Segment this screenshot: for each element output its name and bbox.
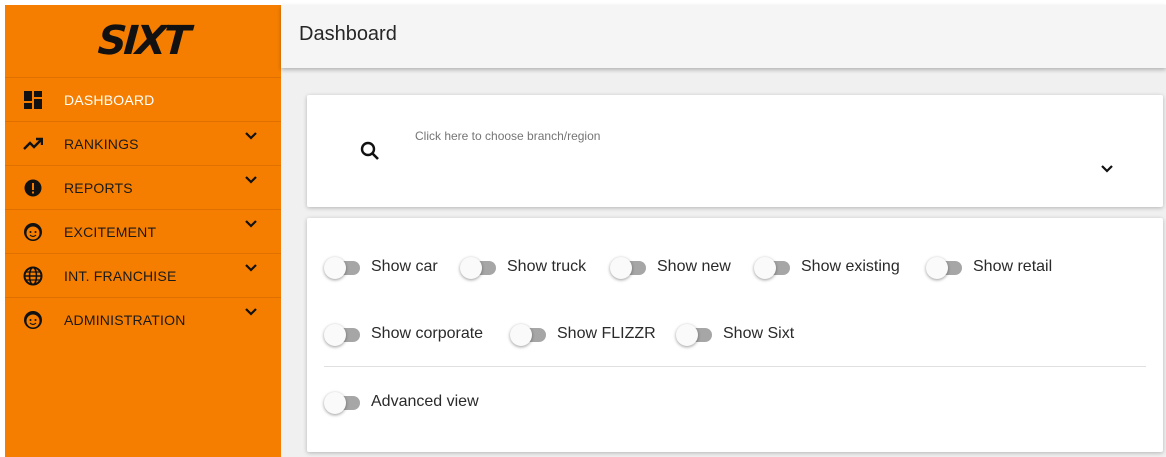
sidebar-item-label: ADMINISTRATION [64, 311, 186, 328]
globe-icon [23, 266, 43, 286]
top-header: Dashboard [281, 5, 1166, 68]
toggle-switch[interactable] [324, 390, 360, 414]
toggle-switch[interactable] [926, 255, 962, 279]
brand-logo[interactable]: SIXT [5, 5, 281, 77]
page-title: Dashboard [299, 23, 397, 45]
toggle-show-retail[interactable]: Show retail [926, 255, 1052, 279]
sidebar-item-rankings[interactable]: RANKINGS [5, 121, 281, 165]
filter-toggles-card: Show car Show truck Show new Show existi… [307, 218, 1163, 452]
divider [324, 366, 1146, 367]
toggle-show-flizzr[interactable]: Show FLIZZR [510, 322, 656, 346]
toggle-label: Show new [657, 258, 731, 275]
toggle-label: Advanced view [371, 393, 479, 410]
sidebar-item-administration[interactable]: ADMINISTRATION [5, 297, 281, 341]
toggle-label: Show truck [507, 258, 587, 275]
toggle-switch[interactable] [324, 322, 360, 346]
alert-circle-icon [23, 178, 43, 198]
chevron-down-icon[interactable] [243, 304, 259, 320]
main-content: Show car Show truck Show new Show existi… [281, 68, 1166, 457]
toggle-switch[interactable] [610, 255, 646, 279]
sidebar-item-dashboard[interactable]: DASHBOARD [5, 77, 281, 121]
chevron-down-icon[interactable] [243, 260, 259, 276]
smiley-face-icon [23, 222, 43, 242]
toggle-switch[interactable] [754, 255, 790, 279]
logo-text: SIXT [96, 18, 190, 64]
toggle-label: Show existing [801, 258, 900, 275]
sidebar-item-label: EXCITEMENT [64, 223, 157, 240]
sidebar-item-label: DASHBOARD [64, 91, 155, 108]
search-icon [359, 140, 381, 162]
toggle-switch[interactable] [460, 255, 496, 279]
toggle-show-truck[interactable]: Show truck [460, 255, 586, 279]
sidebar-nav: DASHBOARD RANKINGS REPORTS EXCITEMENT IN… [5, 77, 281, 341]
sidebar-item-int-franchise[interactable]: INT. FRANCHISE [5, 253, 281, 297]
trending-up-icon [23, 134, 43, 154]
branch-selector-card[interactable] [307, 95, 1163, 207]
toggle-show-corporate[interactable]: Show corporate [324, 322, 483, 346]
toggle-label: Show retail [973, 258, 1053, 275]
sidebar-item-label: INT. FRANCHISE [64, 267, 177, 284]
sidebar-item-label: RANKINGS [64, 135, 139, 152]
sidebar-item-label: REPORTS [64, 179, 133, 196]
branch-region-search-input[interactable] [415, 129, 1015, 143]
toggle-show-car[interactable]: Show car [324, 255, 438, 279]
smiley-face-icon [23, 310, 43, 330]
toggle-show-existing[interactable]: Show existing [754, 255, 900, 279]
chevron-down-icon[interactable] [243, 216, 259, 232]
chevron-down-icon[interactable] [243, 172, 259, 188]
sidebar: SIXT DASHBOARD RANKINGS REPORTS EXCITEME… [5, 5, 281, 457]
toggle-label: Show corporate [371, 325, 484, 342]
toggle-switch[interactable] [510, 322, 546, 346]
dashboard-icon [23, 90, 43, 110]
chevron-down-icon[interactable] [243, 128, 259, 144]
toggle-show-new[interactable]: Show new [610, 255, 731, 279]
toggle-switch[interactable] [676, 322, 712, 346]
sidebar-item-excitement[interactable]: EXCITEMENT [5, 209, 281, 253]
chevron-down-icon[interactable] [1099, 161, 1115, 177]
toggle-advanced-view[interactable]: Advanced view [324, 390, 479, 414]
sidebar-item-reports[interactable]: REPORTS [5, 165, 281, 209]
toggle-label: Show Sixt [723, 325, 795, 342]
toggle-switch[interactable] [324, 255, 360, 279]
toggle-label: Show car [371, 258, 438, 275]
toggle-show-sixt[interactable]: Show Sixt [676, 322, 794, 346]
toggle-label: Show FLIZZR [557, 325, 656, 342]
